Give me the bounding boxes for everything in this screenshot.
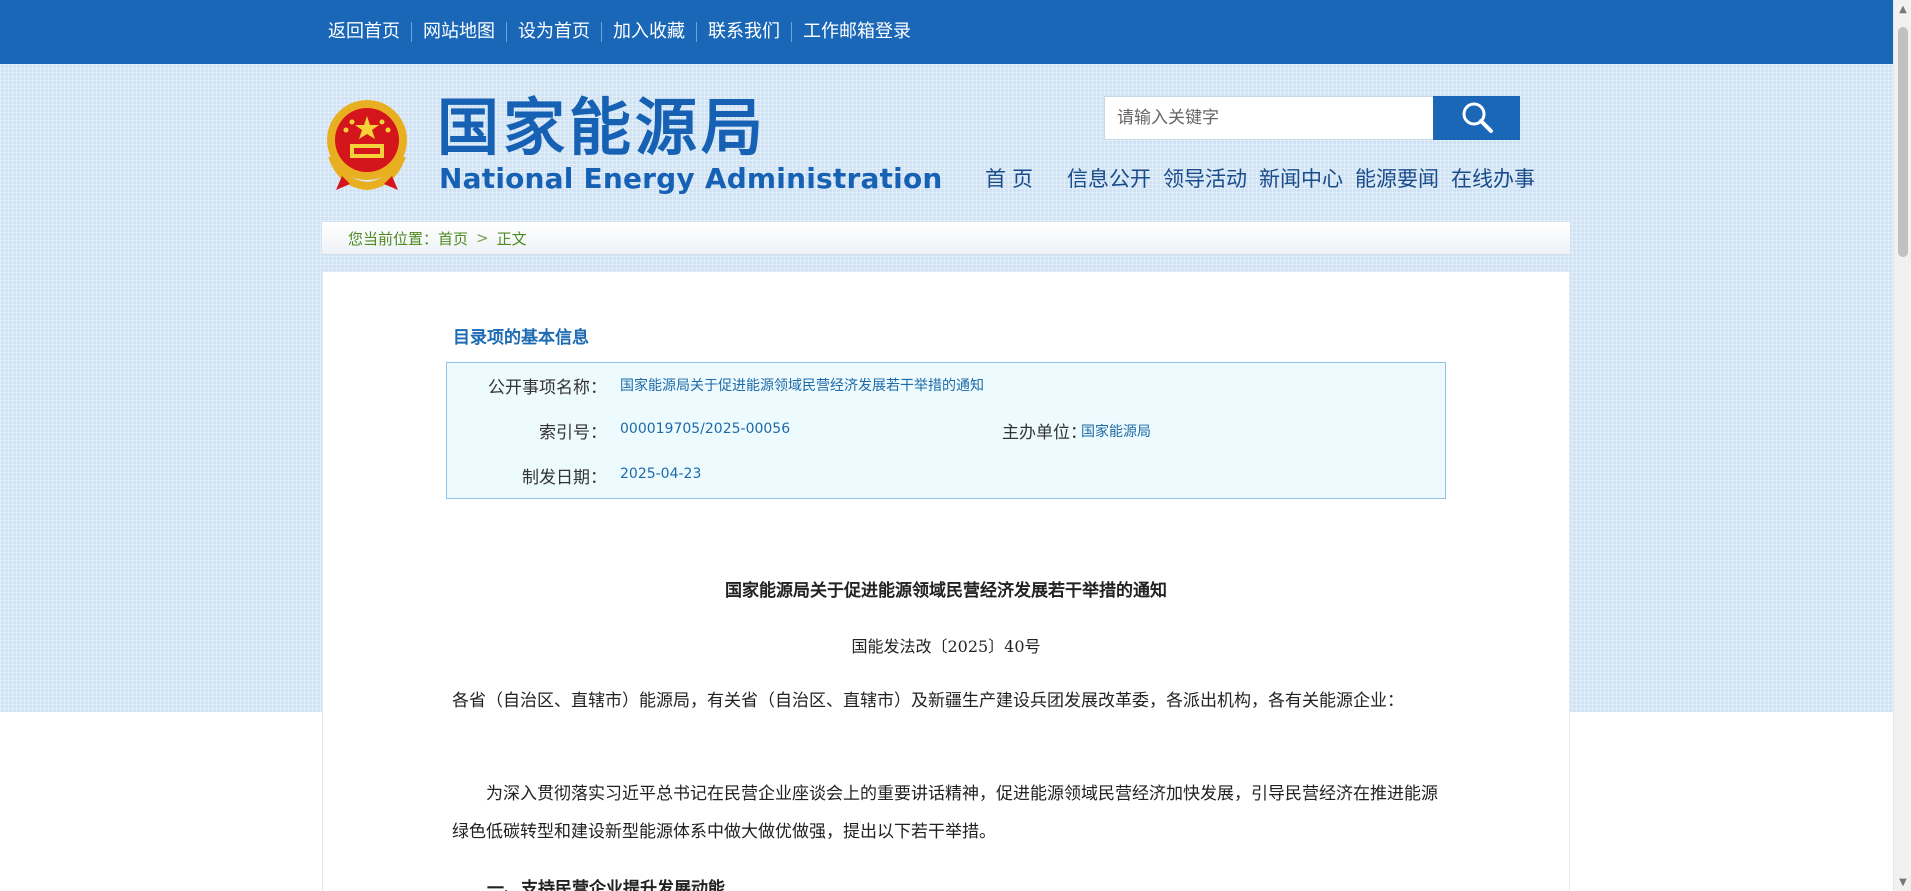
topnav-home-link[interactable]: 返回首页 — [318, 22, 411, 42]
scroll-up-arrow-icon[interactable]: ▲ — [1894, 0, 1911, 18]
info-issuer-value: 国家能源局 — [1081, 424, 1151, 440]
search-input[interactable] — [1104, 96, 1434, 140]
mainnav-home[interactable]: 首页 — [985, 163, 1039, 193]
info-section-title: 目录项的基本信息 — [453, 328, 589, 348]
topnav-set-homepage-link[interactable]: 设为首页 — [506, 22, 601, 42]
info-date-value: 2025-04-23 — [620, 466, 702, 482]
mainnav-news-center[interactable]: 新闻中心 — [1259, 163, 1343, 193]
site-logo-english[interactable]: National Energy Administration — [439, 162, 943, 196]
mainnav-info-disclosure[interactable]: 信息公开 — [1067, 163, 1151, 193]
breadcrumb-current-link[interactable]: 正文 — [497, 228, 527, 249]
info-name-label: 公开事项名称： — [488, 378, 607, 398]
mainnav-leadership[interactable]: 领导活动 — [1163, 163, 1247, 193]
breadcrumb-prefix: 您当前位置： — [348, 229, 439, 248]
breadcrumb-home-link[interactable]: 首页 — [438, 228, 468, 249]
mainnav-energy-news[interactable]: 能源要闻 — [1355, 163, 1439, 193]
vertical-scrollbar[interactable]: ▲ ▼ — [1893, 0, 1911, 891]
info-table: 公开事项名称： 国家能源局关于促进能源领域民营经济发展若干举措的通知 索引号： … — [446, 362, 1446, 499]
document-title: 国家能源局关于促进能源领域民营经济发展若干举措的通知 — [725, 581, 1167, 601]
top-nav: 返回首页 网站地图 设为首页 加入收藏 联系我们 工作邮箱登录 — [318, 0, 922, 64]
info-issuer-label: 主办单位： — [1002, 423, 1087, 443]
mainnav-online-services[interactable]: 在线办事 — [1451, 163, 1535, 193]
info-name-value: 国家能源局关于促进能源领域民营经济发展若干举措的通知 — [620, 378, 984, 394]
site-logo-chinese[interactable]: 国家能源局 — [437, 92, 767, 164]
document-section-heading: 一、支持民营企业提升发展动能 — [487, 879, 725, 891]
topnav-sitemap-link[interactable]: 网站地图 — [411, 22, 506, 42]
document-number: 国能发法改〔2025〕40号 — [851, 637, 1041, 656]
document-intro: 为深入贯彻落实习近平总书记在民营企业座谈会上的重要讲话精神，促进能源领域民营经济… — [452, 784, 1438, 842]
breadcrumb: 您当前位置： 首页 > 正文 — [322, 222, 1570, 255]
document-recipients: 各省（自治区、直辖市）能源局，有关省（自治区、直辖市）及新疆生产建设兵团发展改革… — [452, 691, 1404, 711]
topnav-contact-link[interactable]: 联系我们 — [696, 22, 791, 42]
info-date-label: 制发日期： — [522, 468, 607, 488]
scroll-down-arrow-icon[interactable]: ▼ — [1894, 873, 1911, 891]
search-icon — [1460, 100, 1494, 137]
search-button[interactable] — [1433, 96, 1520, 140]
info-index-label: 索引号： — [539, 423, 607, 443]
scrollbar-thumb[interactable] — [1898, 27, 1908, 257]
topnav-email-login-link[interactable]: 工作邮箱登录 — [791, 22, 922, 42]
top-bar: 返回首页 网站地图 设为首页 加入收藏 联系我们 工作邮箱登录 — [0, 0, 1893, 64]
national-emblem-icon[interactable] — [322, 96, 412, 192]
topnav-bookmark-link[interactable]: 加入收藏 — [601, 22, 696, 42]
info-index-value: 000019705/2025-00056 — [620, 421, 791, 437]
main-nav: 首页 信息公开 领导活动 新闻中心 能源要闻 在线办事 — [985, 160, 1547, 196]
breadcrumb-separator: > — [476, 229, 489, 247]
